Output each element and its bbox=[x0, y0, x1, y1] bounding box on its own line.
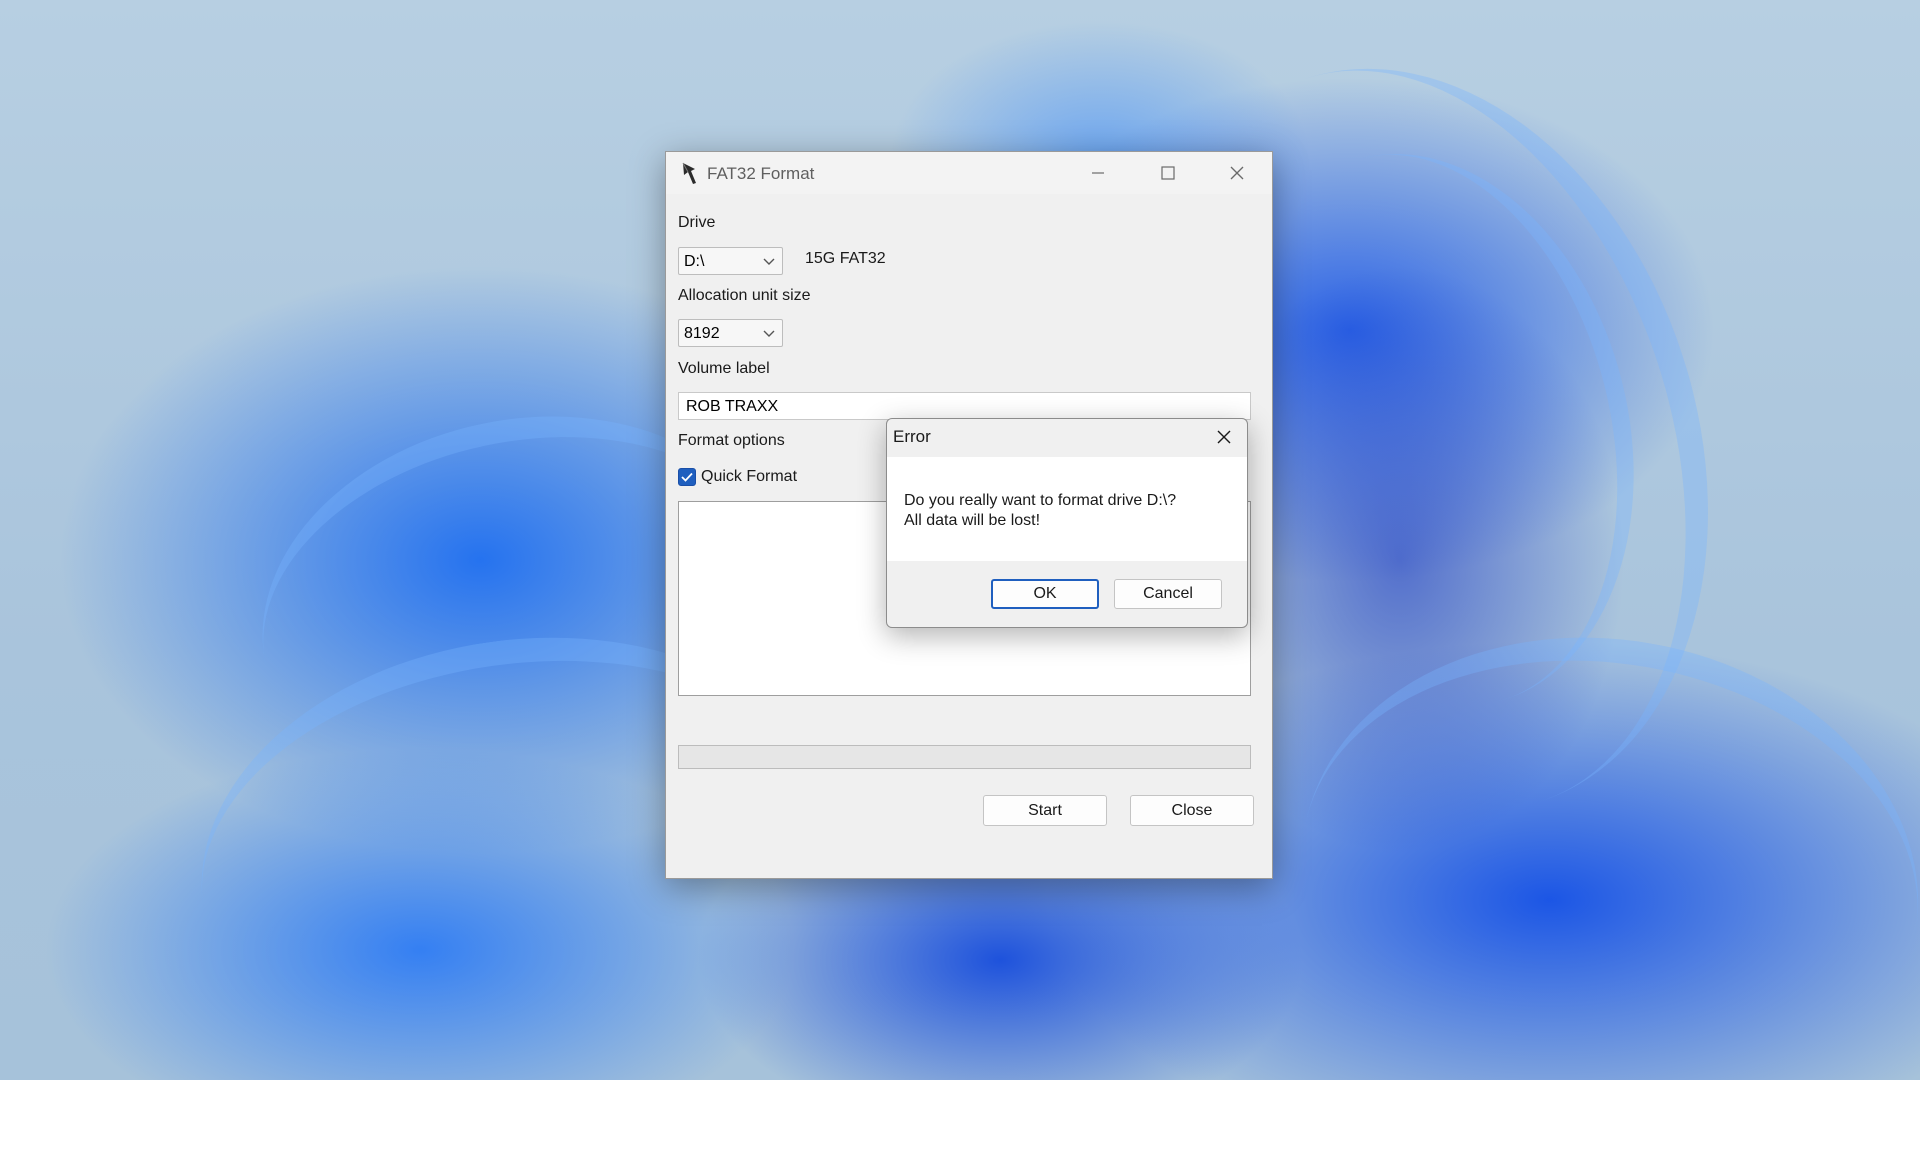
dialog-body: Do you really want to format drive D:\? … bbox=[887, 457, 1247, 561]
start-button[interactable]: Start bbox=[983, 795, 1107, 826]
minimize-icon bbox=[1092, 172, 1104, 174]
drive-select[interactable]: D:\ bbox=[678, 247, 783, 275]
maximize-button[interactable] bbox=[1133, 152, 1203, 194]
minimize-button[interactable] bbox=[1063, 152, 1133, 194]
dialog-message-line1: Do you really want to format drive D:\? bbox=[904, 492, 1177, 509]
cancel-button[interactable]: Cancel bbox=[1114, 579, 1222, 609]
dialog-title: Error bbox=[893, 427, 931, 446]
dialog-close-button[interactable] bbox=[1201, 419, 1247, 455]
close-window-button[interactable] bbox=[1202, 152, 1272, 194]
title-bar[interactable]: FAT32 Format bbox=[666, 152, 1272, 194]
close-icon bbox=[1217, 430, 1231, 444]
drive-info: 15G FAT32 bbox=[805, 250, 886, 267]
dialog-message: Do you really want to format drive D:\? … bbox=[904, 491, 1176, 531]
volume-label-value: ROB TRAXX bbox=[686, 398, 779, 415]
close-button[interactable]: Close bbox=[1130, 795, 1254, 826]
chevron-down-icon bbox=[763, 330, 775, 337]
volume-label-caption: Volume label bbox=[678, 360, 770, 377]
volume-label-input[interactable]: ROB TRAXX bbox=[678, 392, 1251, 420]
allocation-unit-select[interactable]: 8192 bbox=[678, 319, 783, 347]
error-dialog: Error Do you really want to format drive… bbox=[886, 418, 1248, 628]
dialog-message-line2: All data will be lost! bbox=[904, 512, 1041, 529]
ok-button[interactable]: OK bbox=[991, 579, 1099, 609]
allocation-unit-value: 8192 bbox=[684, 325, 720, 342]
wallpaper-swirl bbox=[1262, 589, 1920, 1174]
checkmark-icon bbox=[681, 472, 693, 482]
quick-format-checkbox[interactable] bbox=[678, 468, 696, 486]
format-app-icon bbox=[682, 162, 696, 184]
chevron-down-icon bbox=[763, 258, 775, 265]
drive-select-value: D:\ bbox=[684, 253, 705, 270]
window-title: FAT32 Format bbox=[707, 164, 815, 183]
format-progress-bar bbox=[678, 745, 1251, 769]
quick-format-label[interactable]: Quick Format bbox=[701, 468, 797, 486]
drive-label: Drive bbox=[678, 214, 716, 231]
close-icon bbox=[1230, 166, 1244, 180]
format-options-label: Format options bbox=[678, 432, 785, 449]
maximize-icon bbox=[1161, 166, 1175, 180]
allocation-unit-label: Allocation unit size bbox=[678, 287, 811, 304]
